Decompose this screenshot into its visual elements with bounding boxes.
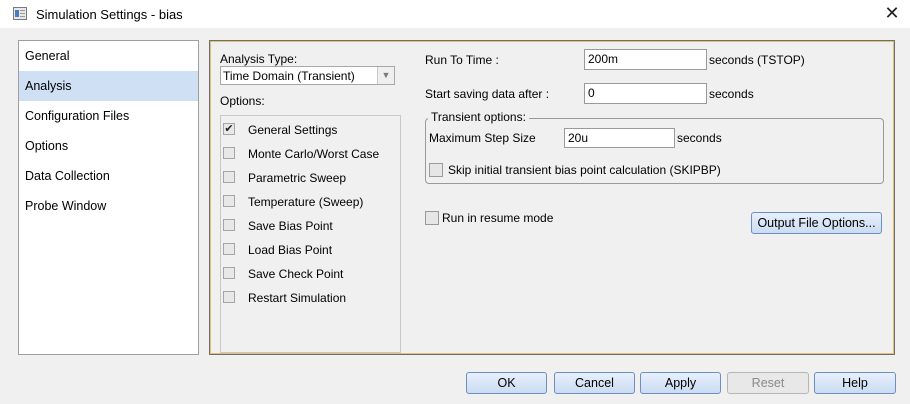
options-list: ✔ General Settings Monte Carlo/Worst Cas… [220,115,401,353]
chevron-down-icon[interactable]: ▼ [377,67,394,84]
option-label: Restart Simulation [248,291,347,305]
help-button[interactable]: Help [814,372,896,394]
checkbox-general-settings[interactable]: ✔ [223,123,235,135]
checkbox-save-check-point[interactable] [223,267,235,279]
nav-item-general[interactable]: General [19,41,198,71]
resume-mode-label: Run in resume mode [442,211,554,225]
start-saving-input[interactable]: 0 [584,83,707,104]
option-temperature-sweep[interactable]: Temperature (Sweep) [221,192,401,212]
skip-bias-checkbox[interactable] [429,163,443,177]
analysis-type-value: Time Domain (Transient) [223,69,355,83]
run-to-time-input[interactable]: 200m [584,49,707,70]
option-label: Parametric Sweep [248,171,347,185]
checkbox-monte-carlo[interactable] [223,147,235,159]
nav-item-data-collection[interactable]: Data Collection [19,161,198,191]
cancel-button[interactable]: Cancel [554,372,635,394]
apply-button[interactable]: Apply [640,372,721,394]
checkbox-load-bias-point[interactable] [223,243,235,255]
max-step-input[interactable]: 20u [564,128,675,148]
option-general-settings[interactable]: ✔ General Settings [221,120,401,140]
checkbox-restart-simulation[interactable] [223,291,235,303]
checkbox-save-bias-point[interactable] [223,219,235,231]
option-label: Temperature (Sweep) [248,195,364,209]
output-file-options-button[interactable]: Output File Options... [751,212,882,234]
analysis-type-select[interactable]: Time Domain (Transient) ▼ [220,66,395,85]
run-to-time-label: Run To Time : [425,53,499,67]
close-button[interactable]: ✕ [874,0,910,28]
resume-mode-checkbox[interactable] [425,211,439,225]
ok-button[interactable]: OK [466,372,547,394]
analysis-panel: Analysis Type: Time Domain (Transient) ▼… [209,40,895,355]
title-bar: Simulation Settings - bias ✕ [0,0,910,28]
skip-bias-label: Skip initial transient bias point calcul… [448,163,721,177]
option-parametric-sweep[interactable]: Parametric Sweep [221,168,401,188]
option-restart-simulation[interactable]: Restart Simulation [221,288,401,308]
run-to-time-unit: seconds (TSTOP) [709,53,805,67]
option-save-bias-point[interactable]: Save Bias Point [221,216,401,236]
nav-item-analysis[interactable]: Analysis [19,71,198,101]
option-label: Save Bias Point [248,219,333,233]
analysis-type-label: Analysis Type: [220,52,298,66]
checkbox-temperature-sweep[interactable] [223,195,235,207]
settings-nav: General Analysis Configuration Files Opt… [18,40,199,355]
checkbox-parametric-sweep[interactable] [223,171,235,183]
nav-item-configuration-files[interactable]: Configuration Files [19,101,198,131]
option-load-bias-point[interactable]: Load Bias Point [221,240,401,260]
app-icon [13,7,27,20]
options-label: Options: [220,94,265,108]
option-label: Load Bias Point [248,243,333,257]
max-step-unit: seconds [677,131,722,145]
option-monte-carlo[interactable]: Monte Carlo/Worst Case [221,144,401,164]
nav-item-options[interactable]: Options [19,131,198,161]
option-save-check-point[interactable]: Save Check Point [221,264,401,284]
start-saving-unit: seconds [709,87,754,101]
option-label: Save Check Point [248,267,344,281]
reset-button: Reset [727,372,809,394]
transient-options-title: Transient options: [428,110,529,124]
option-label: Monte Carlo/Worst Case [248,147,380,161]
start-saving-label: Start saving data after : [425,87,550,101]
window-title: Simulation Settings - bias [36,7,183,22]
option-label: General Settings [248,123,338,137]
nav-item-probe-window[interactable]: Probe Window [19,191,198,221]
max-step-label: Maximum Step Size [429,131,536,145]
